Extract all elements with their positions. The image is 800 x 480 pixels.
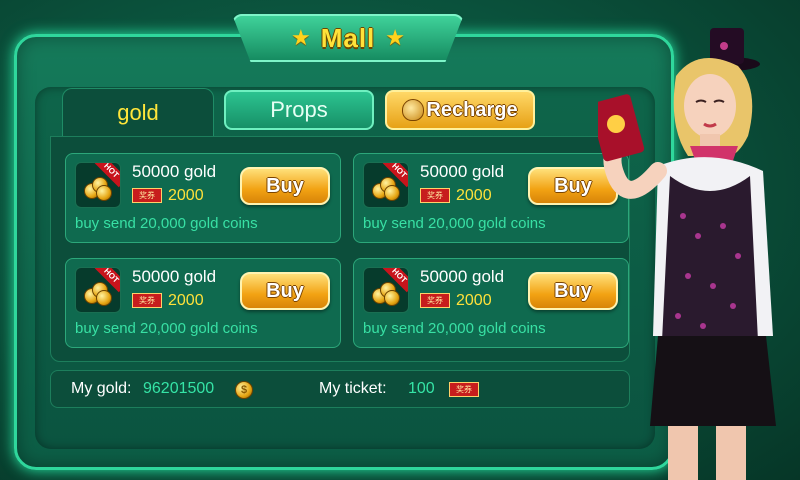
- tab-gold[interactable]: gold: [62, 88, 214, 136]
- ticket-amount: 2000: [168, 292, 204, 309]
- hostess-character-image: [598, 28, 776, 480]
- item-name: 50000 gold: [420, 162, 505, 181]
- item-panel: HOT 50000 gold 奖券 2000 buy send 20,000 g…: [50, 136, 630, 362]
- ticket-amount: 2000: [456, 292, 492, 309]
- ticket-amount: 2000: [168, 187, 204, 204]
- shop-item-card: HOT 50000 gold 奖券 2000 buy send 20,000 g…: [353, 258, 629, 348]
- tab-recharge-label: Recharge: [426, 98, 518, 121]
- item-name: 50000 gold: [420, 267, 505, 286]
- item-description: buy send 20,000 gold coins: [363, 215, 546, 232]
- star-icon: ★: [290, 25, 311, 50]
- ticket-icon: 奖券: [132, 188, 162, 203]
- ticket-icon: 奖券: [449, 382, 479, 397]
- item-description: buy send 20,000 gold coins: [75, 215, 258, 232]
- item-description: buy send 20,000 gold coins: [75, 320, 258, 337]
- ticket-amount: 2000: [456, 187, 492, 204]
- gold-coins-icon: HOT: [75, 267, 121, 313]
- my-gold-label: My gold:: [71, 380, 132, 397]
- shop-item-card: HOT 50000 gold 奖券 2000 buy send 20,000 g…: [65, 153, 341, 243]
- my-ticket-value: 100: [408, 380, 435, 397]
- shop-item-card: HOT 50000 gold 奖券 2000 buy send 20,000 g…: [65, 258, 341, 348]
- title-banner: ★ Mall ★: [232, 14, 464, 62]
- gold-coins-icon: HOT: [363, 267, 409, 313]
- ticket-icon: 奖券: [132, 293, 162, 308]
- gold-coins-icon: HOT: [75, 162, 121, 208]
- star-icon: ★: [385, 25, 406, 50]
- ticket-icon: 奖券: [420, 188, 450, 203]
- gold-coins-icon: HOT: [363, 162, 409, 208]
- my-ticket-label: My ticket:: [319, 380, 387, 397]
- money-bag-icon: [402, 99, 425, 121]
- buy-button[interactable]: Buy: [240, 272, 330, 310]
- tab-props[interactable]: Props: [224, 90, 374, 130]
- gold-coin-icon: $: [235, 381, 253, 399]
- shop-item-card: HOT 50000 gold 奖券 2000 buy send 20,000 g…: [353, 153, 629, 243]
- buy-button[interactable]: Buy: [240, 167, 330, 205]
- item-description: buy send 20,000 gold coins: [363, 320, 546, 337]
- item-name: 50000 gold: [132, 162, 217, 181]
- item-name: 50000 gold: [132, 267, 217, 286]
- my-gold-value: 96201500: [143, 380, 215, 397]
- ticket-icon: 奖券: [420, 293, 450, 308]
- tab-recharge[interactable]: Recharge: [385, 90, 535, 130]
- balance-bar: My gold: 96201500 $ My ticket: 100 奖券: [50, 370, 630, 408]
- page-title: Mall: [320, 22, 376, 53]
